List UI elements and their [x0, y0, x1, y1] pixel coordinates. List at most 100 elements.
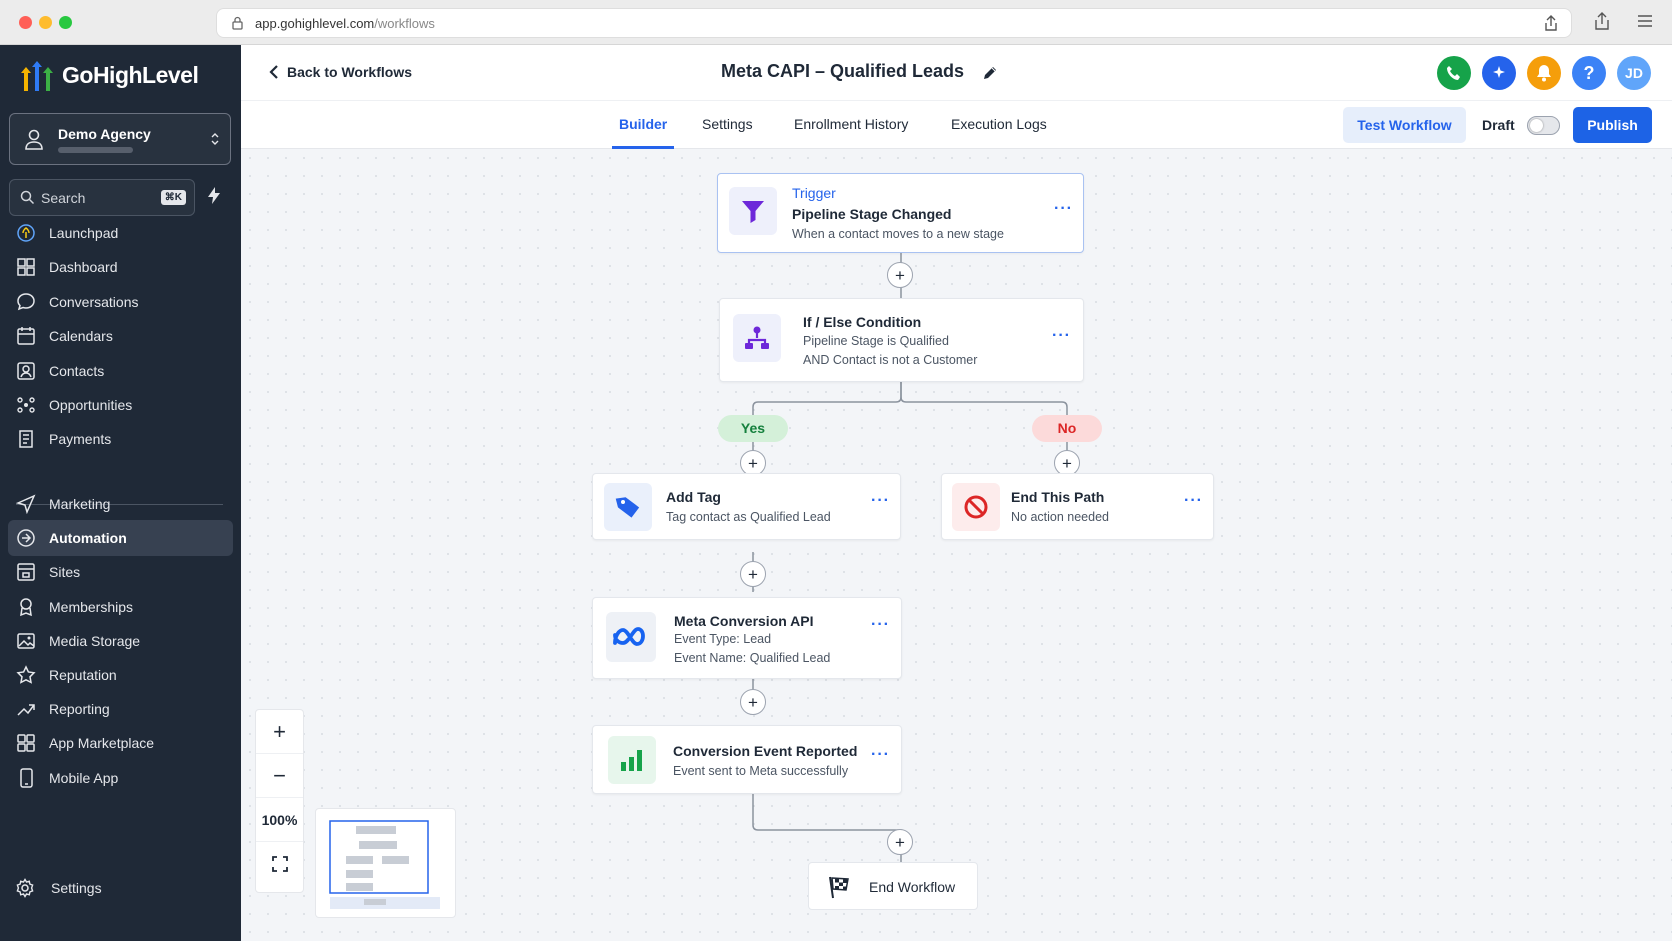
condition-rule-1: Pipeline Stage is Qualified	[803, 334, 949, 348]
avatar-initials: JD	[1625, 65, 1643, 81]
apps-icon	[17, 734, 35, 753]
condition-rule-2: AND Contact is not a Customer	[803, 353, 978, 367]
end-workflow-label: End Workflow	[869, 879, 956, 895]
sidebar-item-dashboard[interactable]: Dashboard	[8, 249, 233, 285]
help-button[interactable]: ?	[1572, 56, 1606, 90]
edit-title-icon[interactable]	[981, 64, 999, 82]
tag-icon-box	[604, 483, 652, 531]
end-path-description: No action needed	[1011, 510, 1109, 524]
back-label: Back to Workflows	[287, 64, 412, 80]
conversion-reported-card[interactable]: Conversion Event Reported Event sent to …	[592, 725, 902, 794]
yes-branch-label: Yes	[718, 415, 788, 442]
agency-sub-redacted	[58, 147, 133, 153]
sidebar-item-payments[interactable]: Payments	[8, 421, 233, 457]
conversion-reported-title: Conversion Event Reported	[673, 743, 858, 759]
sidebar-item-app-marketplace[interactable]: App Marketplace	[8, 725, 233, 761]
back-to-workflows-link[interactable]: Back to Workflows	[269, 64, 412, 80]
lock-icon	[232, 16, 243, 30]
plus-icon: +	[273, 718, 286, 744]
tab-settings[interactable]: Settings	[702, 116, 753, 132]
opportunities-icon	[17, 397, 35, 413]
media-icon	[17, 633, 35, 649]
meta-capi-title: Meta Conversion API	[674, 613, 814, 629]
end-path-card[interactable]: End This Path No action needed ···	[941, 473, 1214, 540]
sidebar-item-sites[interactable]: Sites	[8, 554, 233, 590]
trigger-card[interactable]: Trigger Pipeline Stage Changed When a co…	[717, 173, 1084, 253]
close-window-button[interactable]	[19, 16, 32, 29]
sidebar-item-automation[interactable]: Automation	[8, 520, 233, 557]
star-icon	[16, 665, 36, 684]
sidebar-item-memberships[interactable]: Memberships	[8, 589, 233, 625]
end-path-more-button[interactable]: ···	[1184, 492, 1203, 510]
add-tag-more-button[interactable]: ···	[871, 492, 890, 510]
workflow-title: Meta CAPI – Qualified Leads	[721, 61, 965, 81]
trigger-description: When a contact moves to a new stage	[792, 227, 1004, 241]
zoom-in-button[interactable]: +	[256, 710, 303, 754]
sidebar-item-mobile-app[interactable]: Mobile App	[8, 760, 233, 796]
minimap[interactable]	[315, 808, 456, 918]
brand-logo[interactable]: GoHighLevel	[20, 59, 199, 91]
avatar[interactable]: JD	[1617, 56, 1651, 90]
draft-toggle[interactable]	[1527, 116, 1560, 135]
browser-chrome: app.gohighlevel.com/workflows	[0, 0, 1672, 45]
add-tag-card[interactable]: Add Tag Tag contact as Qualified Lead ··…	[592, 473, 901, 540]
zoom-out-button[interactable]: −	[256, 754, 303, 798]
share-icon[interactable]	[1543, 14, 1559, 32]
end-workflow-node[interactable]: End Workflow	[808, 862, 978, 910]
end-path-icon-box	[952, 483, 1000, 531]
zoom-level: 100%	[256, 798, 303, 842]
search-label: Search	[41, 190, 86, 206]
trigger-type-label: Trigger	[792, 185, 836, 201]
phone-button[interactable]	[1437, 56, 1471, 90]
menu-icon[interactable]	[1637, 14, 1653, 28]
sidebar-item-opportunities[interactable]: Opportunities	[8, 387, 233, 423]
chat-icon	[17, 293, 35, 311]
meta-capi-more-button[interactable]: ···	[871, 616, 890, 634]
sidebar-item-media-storage[interactable]: Media Storage	[8, 623, 233, 659]
test-workflow-button[interactable]: Test Workflow	[1343, 107, 1466, 143]
condition-title: If / Else Condition	[803, 314, 922, 330]
tab-enrollment-history[interactable]: Enrollment History	[794, 116, 908, 132]
agency-switcher[interactable]: Demo Agency	[9, 113, 231, 165]
trigger-more-button[interactable]: ···	[1054, 200, 1073, 218]
sidebar: GoHighLevel Demo Agency Search ⌘K Launch…	[0, 45, 241, 941]
conversion-reported-more-button[interactable]: ···	[871, 746, 890, 764]
minimize-window-button[interactable]	[39, 16, 52, 29]
condition-icon-box	[733, 314, 781, 362]
sidebar-item-calendars[interactable]: Calendars	[8, 318, 233, 354]
condition-more-button[interactable]: ···	[1052, 327, 1071, 345]
sidebar-item-settings[interactable]: Settings	[8, 870, 233, 906]
dashboard-icon	[17, 258, 35, 277]
tab-execution-logs[interactable]: Execution Logs	[951, 116, 1047, 132]
meta-logo-icon	[613, 627, 645, 646]
publish-button[interactable]: Publish	[1573, 107, 1652, 143]
sidebar-item-conversations[interactable]: Conversations	[8, 284, 233, 320]
sidebar-item-reputation[interactable]: Reputation	[8, 657, 233, 693]
add-step-button[interactable]: +	[740, 689, 766, 715]
sidebar-item-marketing[interactable]: Marketing	[8, 486, 233, 522]
minus-icon: −	[273, 762, 286, 788]
toggle-knob	[1530, 119, 1543, 132]
search-box[interactable]: Search ⌘K	[9, 179, 195, 216]
sidebar-item-contacts[interactable]: Contacts	[8, 353, 233, 389]
share-page-icon[interactable]	[1594, 11, 1610, 31]
sidebar-item-reporting[interactable]: Reporting	[8, 691, 233, 727]
ai-assistant-button[interactable]	[1482, 56, 1516, 90]
agency-name: Demo Agency	[58, 126, 151, 142]
fit-to-screen-button[interactable]	[256, 842, 303, 886]
sidebar-item-launchpad[interactable]: Launchpad	[8, 215, 233, 251]
notifications-button[interactable]	[1527, 56, 1561, 90]
sidebar-item-label: Media Storage	[49, 632, 141, 649]
address-bar[interactable]: app.gohighlevel.com/workflows	[216, 8, 1572, 38]
maximize-window-button[interactable]	[59, 16, 72, 29]
add-step-button[interactable]: +	[740, 561, 766, 587]
bell-icon	[1537, 65, 1551, 82]
add-step-button[interactable]: +	[887, 829, 913, 855]
add-step-button[interactable]: +	[887, 262, 913, 288]
sidebar-item-label: Contacts	[49, 362, 105, 379]
tab-builder[interactable]: Builder	[619, 116, 667, 132]
lightning-icon[interactable]	[208, 187, 220, 204]
trigger-title: Pipeline Stage Changed	[792, 206, 952, 222]
meta-capi-card[interactable]: Meta Conversion API Event Type: Lead Eve…	[592, 597, 902, 679]
condition-card[interactable]: If / Else Condition Pipeline Stage is Qu…	[719, 298, 1084, 382]
